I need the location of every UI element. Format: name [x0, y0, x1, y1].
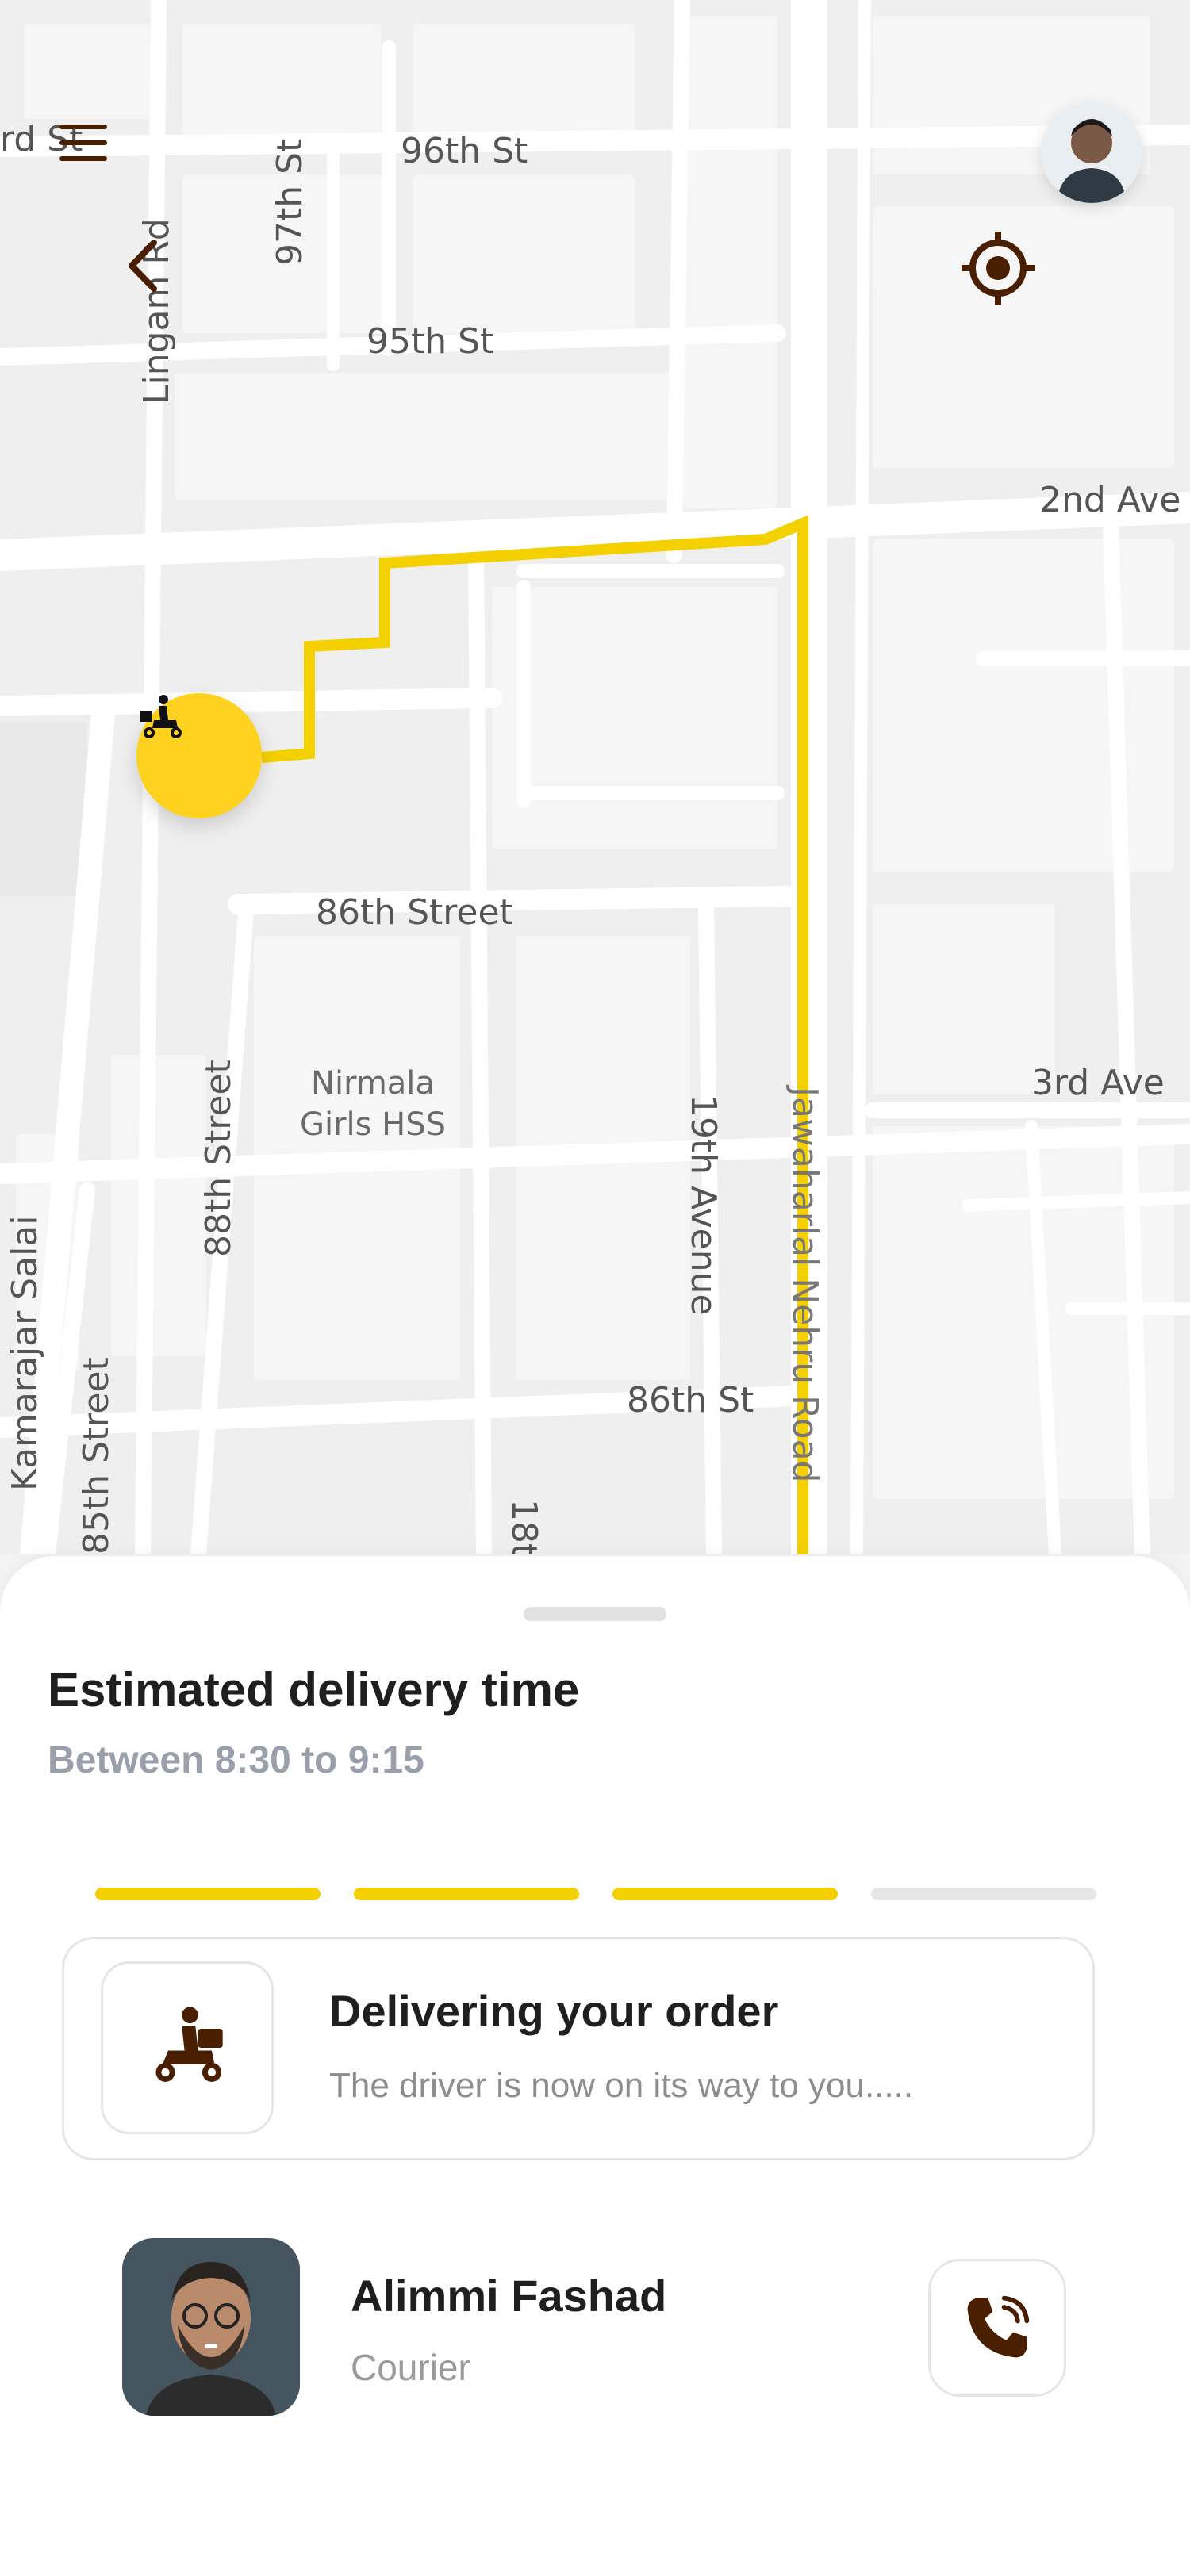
chevron-left-icon: [129, 240, 157, 292]
menu-icon: [60, 125, 107, 161]
street-label: 18th: [504, 1499, 544, 1554]
street-label: 3rd Ave: [1031, 1063, 1165, 1103]
delivery-progress: [95, 1888, 1096, 1900]
status-title: Delivering your order: [329, 1986, 779, 2036]
poi-label: Nirmala Girls HSS: [299, 1065, 447, 1143]
locate-target-icon: [962, 232, 1035, 305]
street-label: 96th St: [401, 131, 528, 171]
delivery-time-title: Estimated delivery time: [48, 1663, 580, 1716]
user-photo: [1041, 102, 1142, 203]
back-button[interactable]: [119, 238, 182, 301]
street-label: 86th Street: [316, 892, 513, 933]
street-label: 2nd Ave: [1039, 480, 1181, 520]
phone-call-icon: [967, 2295, 1030, 2358]
courier-name: Alimmi Fashad: [351, 2271, 667, 2321]
map-view[interactable]: rd St 96th St 95th St 97th St Lingam Rd …: [0, 0, 1190, 1554]
progress-step: [871, 1888, 1096, 1900]
delivery-scooter-icon: [140, 695, 182, 738]
progress-step: [612, 1888, 838, 1900]
sheet-drag-handle[interactable]: [524, 1607, 666, 1621]
street-label: 97th St: [270, 138, 310, 266]
delivery-time-range: Between 8:30 to 9:15: [48, 1739, 424, 1781]
street-label: 85th Street: [76, 1357, 117, 1554]
delivery-scooter-icon: [155, 2007, 223, 2082]
courier-photo: [122, 2238, 300, 2416]
street-label: 19th Avenue: [683, 1094, 724, 1316]
courier-avatar: [122, 2238, 300, 2416]
street-label: 95th St: [367, 321, 494, 362]
street-label: 88th Street: [198, 1060, 239, 1257]
status-icon-box: [101, 1961, 274, 2134]
street-label: 86th St: [627, 1380, 754, 1420]
user-avatar[interactable]: [1041, 102, 1142, 203]
courier-role: Courier: [351, 2347, 470, 2388]
menu-button[interactable]: [56, 119, 119, 182]
delivery-status-card: Delivering your order The driver is now …: [62, 1937, 1095, 2160]
courier-location-marker[interactable]: [136, 693, 262, 818]
call-courier-button[interactable]: [928, 2259, 1066, 2397]
status-description: The driver is now on its way to you.....: [329, 2066, 914, 2105]
progress-step: [354, 1888, 579, 1900]
progress-step: [95, 1888, 321, 1900]
street-label: Kamarajar Salai: [5, 1215, 45, 1492]
street-label: Jawaharlal Nehru Road: [785, 1087, 825, 1483]
locate-button[interactable]: [960, 230, 1047, 317]
